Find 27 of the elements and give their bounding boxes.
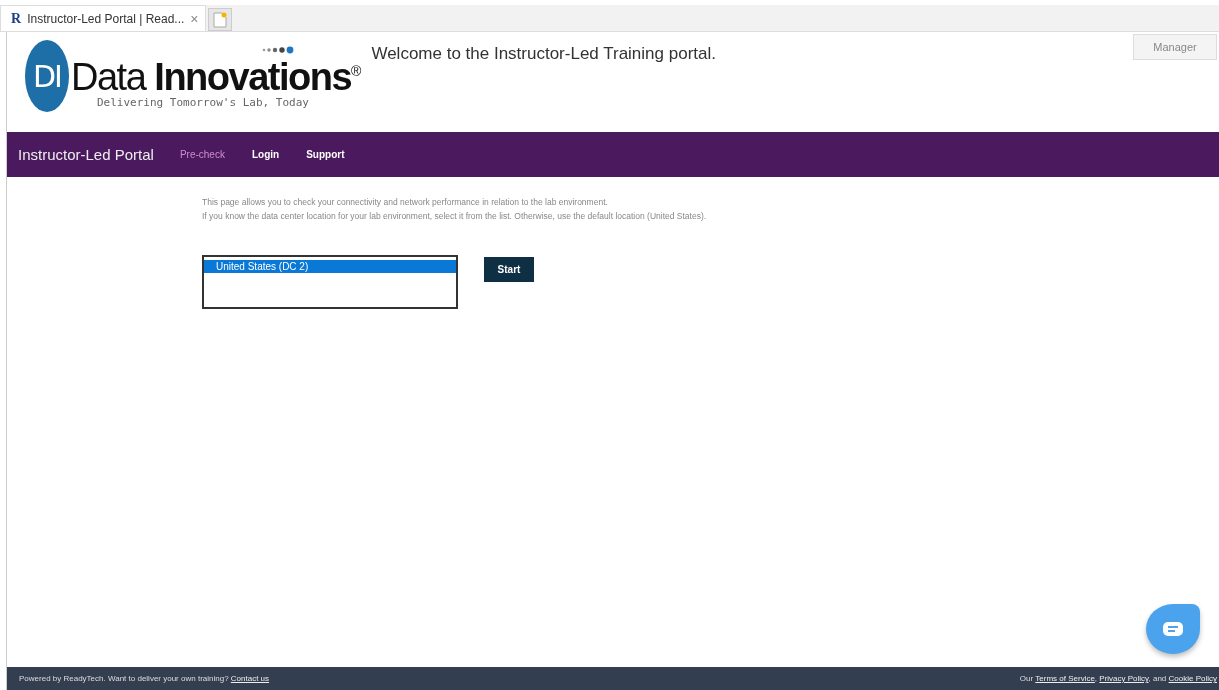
intro-text: This page allows you to check your connectivity and network performance in relation to the lab environment.	[202, 197, 609, 207]
location-list[interactable]: United States (DC 2)	[202, 255, 458, 309]
chat-icon	[1162, 621, 1184, 637]
footer-note: Powered by ReadyTech. Want to deliver your own training? Contact us	[19, 674, 270, 683]
nav-link[interactable]: Login	[251, 149, 280, 160]
tab-title: Instructor-Led Portal | Read...	[27, 11, 185, 26]
footer-link[interactable]: Terms of Service	[1035, 674, 1095, 683]
footer-link[interactable]: Contact us	[230, 674, 270, 683]
location-option[interactable]: United States (DC 2)	[204, 260, 456, 273]
nav-link[interactable]: Support	[306, 149, 345, 160]
site-icon: R	[11, 10, 22, 27]
logo-mark: DI	[25, 40, 69, 112]
footer-legal: Our Terms of Service, Privacy Policy, and Cookie Policy	[1019, 674, 1217, 683]
portal-title[interactable]: Instructor-Led Portal	[18, 146, 154, 163]
intro-text: If you know the data center location for your lab environment, select it from the list. Otherwise, use the default location (United States).	[202, 211, 708, 221]
nav-link[interactable]: Pre-check	[179, 149, 225, 160]
footer-link[interactable]: Cookie Policy	[1168, 674, 1217, 683]
footer-link[interactable]: Privacy Policy	[1099, 674, 1149, 683]
close-icon[interactable]: ×	[190, 10, 199, 27]
welcome-heading: Welcome to the Instructor-Led Training portal.	[371, 44, 717, 64]
start-button[interactable]: Start	[484, 257, 534, 282]
logo-name: Data Innovations$^{®}$	[71, 54, 362, 97]
new-tab-button[interactable]	[207, 8, 232, 31]
browser-tab[interactable]: R Instructor-Led Portal | Read... ×	[0, 5, 206, 31]
chat-button[interactable]	[1146, 604, 1200, 654]
note-icon	[212, 11, 227, 28]
logo-tagline: Delivering Tomorrow's Lab, Today	[97, 96, 310, 110]
